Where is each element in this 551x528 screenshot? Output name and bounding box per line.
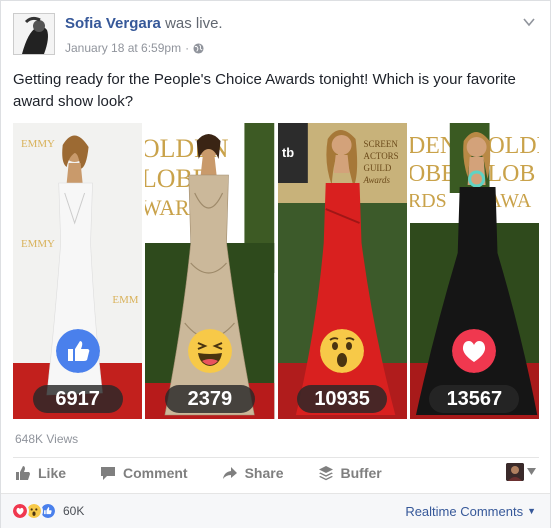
- post-meta: January 18 at 6:59pm ·: [65, 41, 204, 55]
- like-button[interactable]: Like: [15, 465, 66, 481]
- reaction-summary[interactable]: 60K: [11, 502, 84, 520]
- svg-text:tb: tb: [281, 145, 293, 160]
- like-label: Like: [38, 465, 67, 481]
- love-icon: [11, 502, 29, 520]
- photo-option-3[interactable]: tb SCREEN ACTORS GUILD Awards 10935: [277, 123, 407, 419]
- photo-image: tb SCREEN ACTORS GUILD Awards: [277, 123, 407, 419]
- svg-text:GUILD: GUILD: [363, 163, 391, 173]
- svg-text:OLDE: OLDE: [487, 133, 539, 159]
- photo-image: OLDEN LOBE WARD: [145, 123, 275, 419]
- comment-button[interactable]: Comment: [100, 465, 188, 481]
- svg-text:EMMY: EMMY: [21, 238, 55, 250]
- meta-separator: ·: [185, 41, 190, 55]
- reaction-count-wow: 10935: [297, 385, 388, 413]
- reaction-count-love: 13567: [429, 385, 520, 413]
- share-button[interactable]: Share: [222, 465, 284, 481]
- comment-label: Comment: [123, 465, 188, 481]
- author-avatar[interactable]: [13, 13, 55, 55]
- svg-text:RDS: RDS: [410, 190, 447, 212]
- share-arrow-icon: [222, 467, 237, 479]
- reaction-count-haha: 2379: [164, 385, 255, 413]
- svg-text:EMM: EMM: [112, 294, 138, 306]
- thumbs-up-icon: [16, 466, 30, 480]
- realtime-comments-toggle[interactable]: Realtime Comments ▼: [405, 504, 536, 519]
- photo-strip: EMMY EMMY EMM 6917 OLDEN LOBE WARD 2379 …: [13, 123, 539, 419]
- realtime-comments-label: Realtime Comments: [405, 504, 524, 519]
- caret-down-icon: ▼: [527, 506, 536, 516]
- photo-option-1[interactable]: EMMY EMMY EMM 6917: [13, 123, 143, 419]
- svg-text:EMMY: EMMY: [21, 138, 55, 150]
- photo-image: DEN OBE RDS OLDE LOB AWA: [409, 123, 539, 419]
- post-text: Getting ready for the People's Choice Aw…: [13, 71, 516, 110]
- svg-text:LOB: LOB: [487, 161, 535, 187]
- photo-image: EMMY EMMY EMM: [13, 123, 143, 419]
- svg-text:Awards: Awards: [362, 175, 390, 185]
- reactions-footer: 60K Realtime Comments ▼: [1, 493, 550, 528]
- action-bar: Like Comment Share Buffer: [15, 461, 416, 485]
- caret-down-icon[interactable]: [527, 468, 536, 475]
- divider: [13, 457, 539, 458]
- share-label: Share: [244, 465, 284, 481]
- view-count[interactable]: 648K Views: [15, 432, 78, 446]
- like-icon[interactable]: [55, 329, 100, 373]
- haha-icon[interactable]: [187, 329, 232, 373]
- reaction-total: 60K: [63, 504, 85, 518]
- reaction-count-like: 6917: [32, 385, 123, 413]
- svg-text:ACTORS: ACTORS: [363, 151, 398, 161]
- chevron-down-icon[interactable]: [522, 15, 536, 29]
- author-name[interactable]: Sofia Vergara: [65, 15, 161, 32]
- love-icon[interactable]: [452, 329, 497, 373]
- share-as-avatar[interactable]: [506, 463, 524, 481]
- author-line: Sofia Vergara was live.: [65, 15, 223, 32]
- photo-option-4[interactable]: DEN OBE RDS OLDE LOB AWA 13567: [409, 123, 539, 419]
- svg-text:SCREEN: SCREEN: [363, 139, 398, 149]
- buffer-icon: [318, 466, 333, 481]
- wow-icon[interactable]: [320, 329, 365, 373]
- post-timestamp[interactable]: January 18 at 6:59pm: [65, 41, 181, 55]
- svg-text:OBE: OBE: [410, 161, 456, 187]
- buffer-label: Buffer: [340, 465, 382, 481]
- buffer-button[interactable]: Buffer: [318, 465, 382, 481]
- author-action: was live.: [165, 15, 223, 32]
- comment-icon: [101, 467, 116, 480]
- photo-option-2[interactable]: OLDEN LOBE WARD 2379: [145, 123, 275, 419]
- post-card: Sofia Vergara was live. January 18 at 6:…: [0, 0, 551, 528]
- globe-icon: [193, 42, 204, 54]
